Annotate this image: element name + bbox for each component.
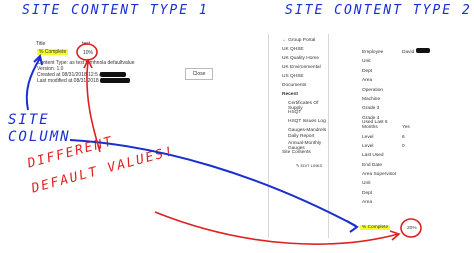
meta-line: Last modified at 08/31/2018 12:20 by: [37, 78, 120, 84]
nav-item-hsqt[interactable]: HSQT: [282, 110, 328, 119]
nav-item-uk-qhse[interactable]: UK QHSE: [282, 47, 328, 56]
field-label: Area: [362, 200, 373, 206]
form-row: Grade 3: [362, 96, 470, 111]
nav-heading-recent: Recent: [282, 92, 298, 97]
site-nav: ← Group Portal UK QHSE UK Quality Home U…: [282, 38, 328, 172]
form-row: Unit: [362, 171, 470, 186]
nav-label: Group Portal: [288, 38, 316, 43]
form-row: End Date: [362, 153, 470, 168]
nav-item-us-qhse[interactable]: US QHSE: [282, 74, 328, 83]
percent-complete-value: 10%: [83, 50, 94, 56]
nav-item-group-portal[interactable]: ← Group Portal: [282, 38, 328, 47]
redacted-name: [100, 72, 126, 77]
percent-complete-label-right: % Complete: [360, 225, 391, 230]
field-value: David: [402, 50, 415, 55]
right-divider: [328, 34, 329, 238]
form-row: Dept: [362, 181, 470, 196]
form-row: Level 6: [362, 125, 470, 140]
form-row: Grade 4: [362, 106, 470, 121]
form-row: Area: [362, 68, 470, 83]
form-row: Level 0: [362, 134, 470, 149]
annotation-site-column: SITE COLUMN: [8, 112, 71, 145]
item-form: Employee David Unit Dept Area Operation M…: [362, 40, 470, 205]
column-header-title: Title: [36, 41, 46, 47]
left-divider: [268, 34, 269, 238]
nav-item-documents[interactable]: Documents: [282, 83, 328, 92]
form-row: Employee David: [362, 40, 470, 55]
form-row: Used Last 6 Months Yes: [362, 115, 470, 130]
form-row: Last Used: [362, 143, 470, 158]
nav-item-uk-quality-home[interactable]: UK Quality Home: [282, 56, 328, 65]
annotation-title-left: SITE CONTENT TYPE 1: [22, 3, 209, 18]
percent-complete-value-right: 20%: [407, 226, 417, 231]
redacted-surname: [416, 48, 431, 53]
redacted-name: [100, 78, 130, 83]
column-header-test: test: [82, 41, 91, 47]
nav-item-certificates[interactable]: Certificates Of Supply: [282, 101, 328, 111]
item-metadata: Content Type: as test tomhnola defaultva…: [37, 60, 157, 84]
edit-links-label: EDIT LINKS: [300, 163, 323, 168]
form-row: Area: [362, 190, 470, 205]
close-button[interactable]: Close: [185, 68, 213, 80]
percent-complete-label: % Complete: [37, 49, 69, 55]
form-row: Machine: [362, 87, 470, 102]
nav-item-hsqt-issues[interactable]: HSQT Issues Log: [282, 119, 328, 128]
nav-item-gauges-mandrels[interactable]: Gauges-Mandrels Daily Report: [282, 128, 328, 141]
form-row: Operation: [362, 78, 470, 93]
annotation-title-right: SITE CONTENT TYPE 2: [285, 3, 472, 18]
form-row: Area Supervisor: [362, 162, 470, 177]
nav-item-uk-environmental[interactable]: UK Environmental: [282, 65, 328, 74]
form-row: Dept: [362, 59, 470, 74]
nav-item-annual-gauges[interactable]: Annual-Monthly Gauges: [282, 141, 328, 151]
field-value: 0: [402, 143, 405, 149]
nav-item-site-contents[interactable]: Site Contents: [282, 150, 328, 163]
nav-edit-links[interactable]: ✎ EDIT LINKS: [282, 163, 328, 172]
